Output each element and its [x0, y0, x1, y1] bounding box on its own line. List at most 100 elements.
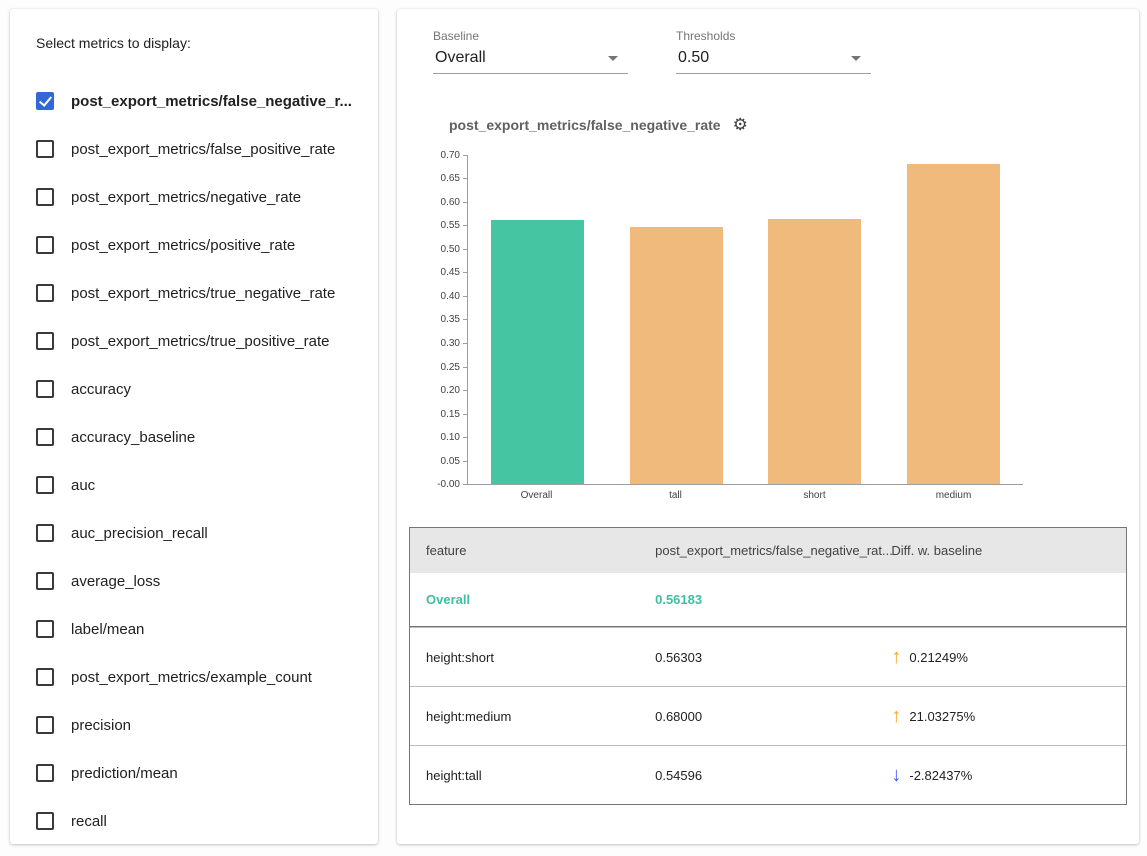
bar-Overall[interactable] — [491, 220, 584, 484]
metric-item-8[interactable]: auc — [36, 461, 358, 509]
checkbox-icon[interactable] — [36, 332, 54, 350]
y-tick-label: 0.70 — [441, 150, 463, 161]
bar-column — [468, 155, 607, 484]
y-tick-label: 0.45 — [441, 267, 463, 278]
bar-tall[interactable] — [630, 227, 723, 484]
y-tick-label: 0.10 — [441, 432, 463, 443]
plot — [467, 155, 1023, 485]
main-panel: Baseline Overall Thresholds 0.50 post_ex… — [397, 9, 1139, 844]
bar-column — [884, 155, 1023, 484]
metric-item-1[interactable]: post_export_metrics/false_positive_rate — [36, 125, 358, 173]
thresholds-value: 0.50 — [678, 49, 709, 67]
checkbox-icon[interactable] — [36, 140, 54, 158]
feature-cell: height:medium — [410, 687, 639, 745]
metric-item-5[interactable]: post_export_metrics/true_positive_rate — [36, 317, 358, 365]
metric-list: post_export_metrics/false_negative_r...p… — [36, 77, 358, 844]
metric-label: post_export_metrics/true_positive_rate — [71, 333, 329, 350]
bar-chart: 0.700.650.600.550.500.450.400.350.300.25… — [423, 155, 1127, 501]
y-tick-label: -0.00 — [437, 479, 463, 490]
bar-column — [607, 155, 746, 484]
y-tick-label: 0.15 — [441, 409, 463, 420]
checkbox-icon[interactable] — [36, 572, 54, 590]
metric-item-9[interactable]: auc_precision_recall — [36, 509, 358, 557]
checkbox-icon[interactable] — [36, 476, 54, 494]
col-header-metric: post_export_metrics/false_negative_rat..… — [639, 528, 875, 573]
metric-label: post_export_metrics/negative_rate — [71, 189, 301, 206]
checkbox-icon[interactable] — [36, 812, 54, 830]
bar-medium[interactable] — [907, 164, 1000, 484]
baseline-select[interactable]: Overall — [433, 47, 628, 74]
checkbox-icon[interactable] — [36, 716, 54, 734]
y-tick-label: 0.55 — [441, 220, 463, 231]
metric-item-11[interactable]: label/mean — [36, 605, 358, 653]
x-tick-label: Overall — [467, 490, 606, 501]
x-tick-label: medium — [884, 490, 1023, 501]
y-tick-label: 0.05 — [441, 456, 463, 467]
chevron-down-icon — [851, 56, 861, 61]
metric-item-3[interactable]: post_export_metrics/positive_rate — [36, 221, 358, 269]
metric-label: average_loss — [71, 573, 160, 590]
metric-item-2[interactable]: post_export_metrics/negative_rate — [36, 173, 358, 221]
arrow-down-icon: ↓ — [891, 765, 901, 785]
diff-cell: ↑ 0.21249% — [875, 628, 1126, 686]
checkbox-checked-icon[interactable] — [36, 92, 54, 110]
thresholds-label: Thresholds — [676, 29, 871, 43]
arrow-up-icon: ↑ — [891, 706, 901, 726]
sidebar-title: Select metrics to display: — [36, 35, 358, 51]
metric-item-14[interactable]: prediction/mean — [36, 749, 358, 797]
diff-value: 21.03275% — [909, 709, 975, 724]
metric-item-12[interactable]: post_export_metrics/example_count — [36, 653, 358, 701]
feature-cell: Overall — [410, 573, 639, 626]
checkbox-icon[interactable] — [36, 236, 54, 254]
metrics-table: feature post_export_metrics/false_negati… — [409, 527, 1127, 805]
thresholds-dropdown-group: Thresholds 0.50 — [676, 29, 871, 74]
metric-item-10[interactable]: average_loss — [36, 557, 358, 605]
metric-label: post_export_metrics/positive_rate — [71, 237, 295, 254]
metric-item-15[interactable]: recall — [36, 797, 358, 844]
checkbox-icon[interactable] — [36, 428, 54, 446]
table-row: Overall0.56183 — [410, 573, 1126, 627]
y-tick-label: 0.60 — [441, 197, 463, 208]
baseline-label: Baseline — [433, 29, 628, 43]
diff-value: -2.82437% — [909, 768, 972, 783]
metric-item-0[interactable]: post_export_metrics/false_negative_r... — [36, 77, 358, 125]
metric-label: prediction/mean — [71, 765, 178, 782]
table-header-row: feature post_export_metrics/false_negati… — [410, 528, 1126, 573]
checkbox-icon[interactable] — [36, 380, 54, 398]
metric-item-13[interactable]: precision — [36, 701, 358, 749]
metric-value-cell: 0.68000 — [639, 687, 875, 745]
baseline-value: Overall — [435, 49, 486, 67]
metric-item-7[interactable]: accuracy_baseline — [36, 413, 358, 461]
metric-value-cell: 0.54596 — [639, 746, 875, 804]
chevron-down-icon — [608, 56, 618, 61]
diff-value: 0.21249% — [909, 650, 968, 665]
x-tick-label: tall — [606, 490, 745, 501]
metric-item-6[interactable]: accuracy — [36, 365, 358, 413]
table-row: height:tall0.54596 ↓ -2.82437% — [410, 745, 1126, 804]
plot-area: Overalltallshortmedium — [467, 155, 1023, 501]
chart-header: post_export_metrics/false_negative_rate … — [449, 116, 1127, 133]
checkbox-icon[interactable] — [36, 284, 54, 302]
feature-cell: height:tall — [410, 746, 639, 804]
metric-label: post_export_metrics/true_negative_rate — [71, 285, 335, 302]
checkbox-icon[interactable] — [36, 668, 54, 686]
y-tick-label: 0.40 — [441, 291, 463, 302]
diff-cell: ↓ -2.82437% — [875, 746, 1126, 804]
diff-cell: ↑ 21.03275% — [875, 687, 1126, 745]
checkbox-icon[interactable] — [36, 764, 54, 782]
col-header-feature: feature — [410, 528, 639, 573]
y-tick-label: 0.50 — [441, 244, 463, 255]
checkbox-icon[interactable] — [36, 620, 54, 638]
checkbox-icon[interactable] — [36, 188, 54, 206]
bar-short[interactable] — [768, 219, 861, 484]
checkbox-icon[interactable] — [36, 524, 54, 542]
feature-cell: height:short — [410, 628, 639, 686]
arrow-up-icon: ↑ — [891, 647, 901, 667]
gear-icon[interactable]: ⚙ — [733, 116, 748, 133]
metric-item-4[interactable]: post_export_metrics/true_negative_rate — [36, 269, 358, 317]
metric-label: label/mean — [71, 621, 144, 638]
metric-label: accuracy_baseline — [71, 429, 195, 446]
metric-value-cell: 0.56183 — [639, 573, 875, 626]
thresholds-select[interactable]: 0.50 — [676, 47, 871, 74]
metric-label: recall — [71, 813, 107, 830]
